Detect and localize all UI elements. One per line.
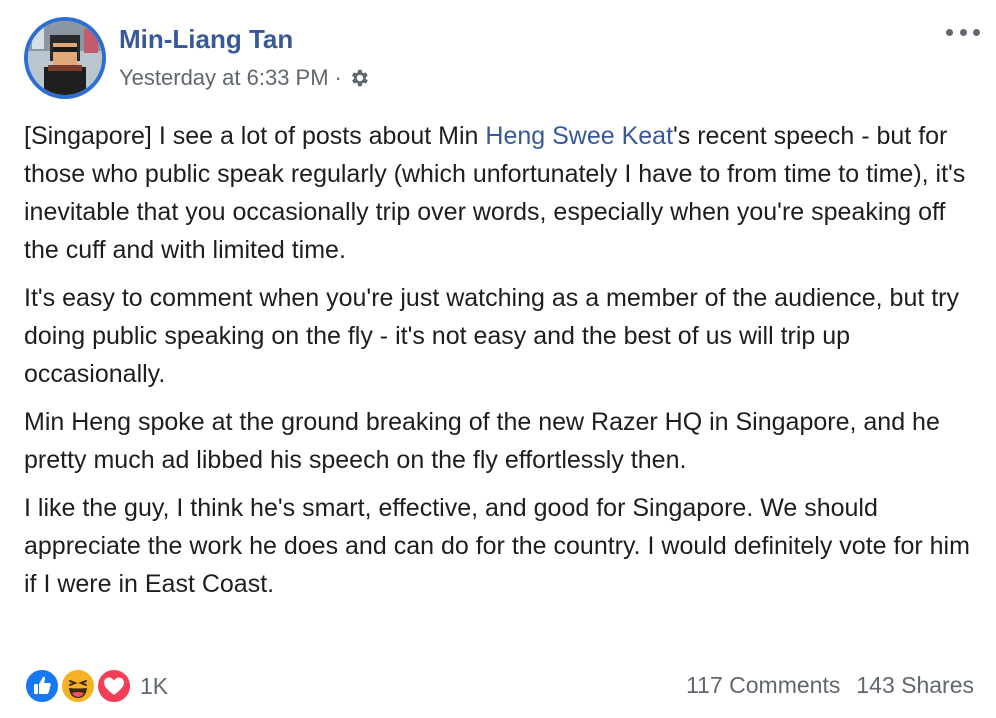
author-avatar[interactable] xyxy=(24,17,106,99)
more-dot xyxy=(959,28,967,36)
reaction-icons xyxy=(24,667,136,705)
more-dot xyxy=(946,28,953,36)
engagement-stats: 117 Comments 143 Shares xyxy=(686,672,974,699)
reactions-summary[interactable]: 1K xyxy=(24,667,168,705)
paragraph-text: [Singapore] I see a lot of posts about M… xyxy=(24,122,486,150)
post-paragraph: Min Heng spoke at the ground breaking of… xyxy=(24,408,940,474)
facebook-post: Min-Liang Tan Yesterday at 6:33 PM · [Si… xyxy=(0,0,996,718)
like-icon xyxy=(24,668,60,704)
gear-icon[interactable] xyxy=(348,67,370,89)
timestamp-link[interactable]: Yesterday at 6:33 PM xyxy=(119,65,329,91)
post-paragraph: It's easy to comment when you're just wa… xyxy=(24,284,960,388)
reaction-count: 1K xyxy=(140,672,169,699)
mention-link[interactable]: Heng Swee Keat xyxy=(485,122,673,150)
love-icon xyxy=(96,668,132,704)
post-meta: Yesterday at 6:33 PM · xyxy=(119,65,370,91)
more-options-icon[interactable] xyxy=(946,22,980,42)
more-dot xyxy=(973,28,980,36)
shares-link[interactable]: 143 Shares xyxy=(856,672,974,699)
comments-link[interactable]: 117 Comments xyxy=(686,672,840,699)
post-body: [Singapore] I see a lot of posts about M… xyxy=(24,117,974,613)
haha-icon xyxy=(60,668,96,704)
author-name[interactable]: Min-Liang Tan xyxy=(119,24,293,55)
post-paragraph: [Singapore] I see a lot of posts about M… xyxy=(24,117,974,269)
post-paragraph: I like the guy, I think he's smart, effe… xyxy=(24,494,970,598)
avatar-image xyxy=(28,21,102,95)
meta-separator: · xyxy=(334,65,342,90)
